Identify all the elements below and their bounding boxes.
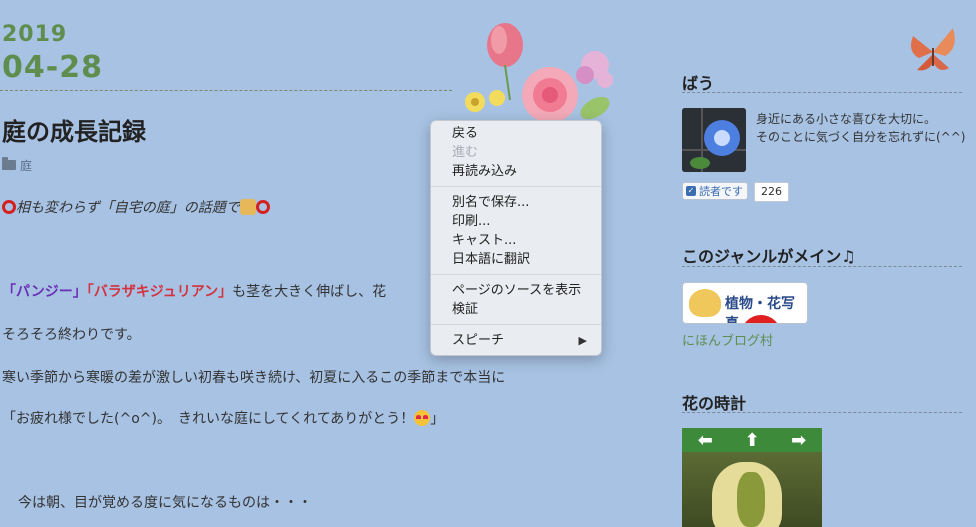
morning-glory-icon xyxy=(682,108,746,172)
menu-item-save-as[interactable]: 別名で保存... xyxy=(452,193,591,212)
genre-banner-label: 植物・花写真 xyxy=(725,296,795,324)
reader-button[interactable]: ✓ 読者です xyxy=(682,182,748,200)
post-line-3: そろそろ終わりです。 xyxy=(2,327,141,343)
flower-clock-divider xyxy=(682,412,962,413)
flower-clock-heading: 花の時計 xyxy=(682,394,747,413)
menu-item-print[interactable]: 印刷... xyxy=(452,212,591,231)
context-menu: 戻る 進む 再読み込み 別名で保存... 印刷... キャスト... 日本語に翻… xyxy=(430,120,602,356)
red-circle-icon xyxy=(2,200,16,214)
post-date-month-day: 04-28 xyxy=(2,50,103,85)
post-date-year: 2019 xyxy=(2,22,68,47)
post-line-5: 「お疲れ様でした(^o^)。 きれいな庭にしてくれてありがとう！」 xyxy=(2,410,445,427)
menu-item-view-source[interactable]: ページのソースを表示 xyxy=(452,281,591,300)
post-title[interactable]: 庭の成長記録 xyxy=(2,112,146,147)
emoji-icon xyxy=(239,199,256,215)
menu-item-inspect[interactable]: 検証 xyxy=(452,300,591,319)
check-icon: ✓ xyxy=(686,186,696,196)
profile-bio-line-2: そのことに気づく自分を忘れずに(^^) xyxy=(756,130,966,144)
menu-separator xyxy=(431,186,601,187)
red-circle-icon xyxy=(255,200,270,214)
menu-item-back[interactable]: 戻る xyxy=(452,124,591,143)
post-category[interactable]: 庭 xyxy=(2,156,32,174)
flower-bud-center xyxy=(737,472,765,527)
menu-item-cast[interactable]: キャスト... xyxy=(452,231,591,250)
menu-item-translate[interactable]: 日本語に翻訳 xyxy=(452,250,591,269)
post-category-label[interactable]: 庭 xyxy=(20,157,32,174)
post-line-6: 今は朝、目が覚める度に気になるものは・・・ xyxy=(18,495,312,511)
menu-item-reload[interactable]: 再読み込み xyxy=(452,162,591,181)
flower-clock-nav: ⬅ ⬆ ➡ xyxy=(682,428,822,452)
date-divider xyxy=(0,90,452,91)
cat-mascot-icon xyxy=(689,289,721,317)
pansy-text: 「パンジー」 xyxy=(2,284,87,300)
menu-separator xyxy=(431,324,601,325)
butterfly-illustration xyxy=(911,28,955,71)
profile-heading: ばう xyxy=(682,74,715,93)
flower-illustration xyxy=(465,23,613,123)
blogmura-link[interactable]: にほんブログ村 xyxy=(682,330,773,349)
flower-clock-image[interactable] xyxy=(682,452,822,527)
profile-divider xyxy=(682,92,962,93)
submenu-arrow-icon: ▶ xyxy=(578,334,587,347)
post-line-1: 相も変わらず「自宅の庭」の話題で xyxy=(2,197,270,217)
profile-bio-line-1: 身近にある小さな喜びを大切に。 xyxy=(756,112,937,126)
folder-icon xyxy=(2,156,16,170)
arrow-left-icon[interactable]: ⬅ xyxy=(698,430,713,451)
reader-count: 226 xyxy=(754,182,789,202)
menu-separator xyxy=(431,274,601,275)
avatar[interactable] xyxy=(682,108,746,172)
arrow-up-icon[interactable]: ⬆ xyxy=(744,430,759,451)
menu-item-speech[interactable]: スピーチ ▶ xyxy=(452,331,591,350)
rose-text: 「バラザキジュリアン」 xyxy=(86,284,233,300)
genre-divider xyxy=(682,266,962,267)
genre-heading: このジャンルがメイン♫ xyxy=(682,247,856,266)
genre-banner-link[interactable]: 植物・花写真 xyxy=(682,282,808,324)
menu-item-forward: 進む xyxy=(452,145,479,160)
post-line-2: 「パンジー」「バラザキジュリアン」も茎を大きく伸ばし、花 xyxy=(2,284,387,300)
arrow-right-icon[interactable]: ➡ xyxy=(791,430,806,451)
heart-eyes-emoji-icon xyxy=(414,410,431,426)
post-line-4: 寒い季節から寒暖の差が激しい初春も咲き続け、初夏に入るこの季節まで本当に xyxy=(2,370,506,386)
